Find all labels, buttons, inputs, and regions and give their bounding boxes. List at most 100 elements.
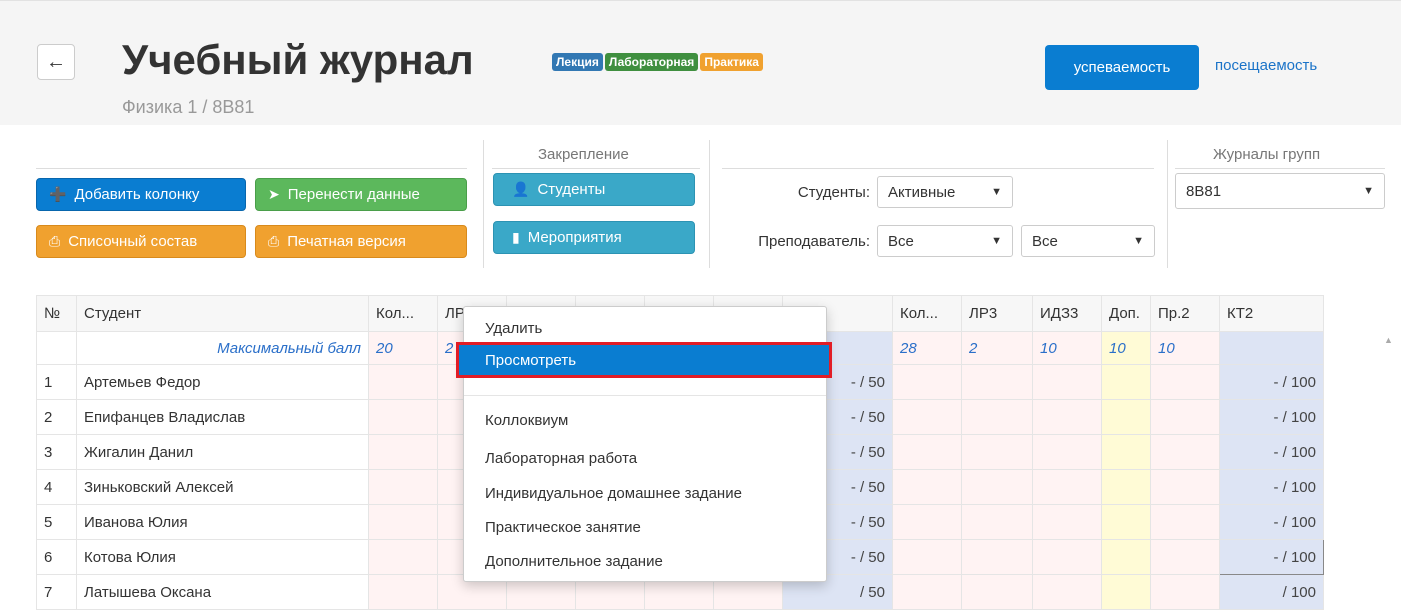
performance-tab-button[interactable]: успеваемость	[1045, 45, 1199, 90]
menu-item-homework[interactable]: Индивидуальное домашнее задание	[464, 478, 826, 508]
lesson-type-filter-select[interactable]: Все ▼	[1021, 225, 1155, 257]
group-journal-select[interactable]: 8В81 ▼	[1175, 173, 1385, 209]
pin-events-button[interactable]: ▮ Мероприятия	[493, 221, 695, 254]
kt2-score[interactable]: - / 100	[1219, 434, 1324, 470]
grade-cell[interactable]	[892, 399, 962, 435]
menu-item-view[interactable]: Просмотреть	[456, 342, 832, 378]
grade-cell[interactable]	[892, 469, 962, 505]
roster-button[interactable]: ⎙ Списочный состав	[36, 225, 246, 258]
grade-cell[interactable]	[1150, 469, 1220, 505]
kt2-score[interactable]: / 100	[1219, 574, 1324, 610]
menu-item-practical[interactable]: Практическое занятие	[464, 512, 826, 542]
grade-cell[interactable]	[1032, 469, 1102, 505]
scroll-up-icon[interactable]: ▲	[1384, 335, 1393, 345]
grade-cell[interactable]	[1101, 399, 1151, 435]
grade-cell[interactable]	[1032, 574, 1102, 610]
transfer-data-button[interactable]: ➤ Перенести данные	[255, 178, 467, 211]
grade-cell[interactable]	[961, 469, 1033, 505]
kt2-score[interactable]: - / 100	[1219, 469, 1324, 505]
grade-cell[interactable]	[1150, 399, 1220, 435]
grade-cell[interactable]	[961, 434, 1033, 470]
grade-cell[interactable]	[892, 434, 962, 470]
grade-cell[interactable]	[1150, 364, 1220, 400]
column-header[interactable]: ЛР3	[961, 295, 1033, 332]
page-title: Учебный журнал	[122, 36, 474, 83]
grade-cell[interactable]	[1101, 504, 1151, 540]
column-context-menu: Удалить Просмотреть Коллоквиум Лаборатор…	[456, 306, 832, 582]
grade-cell[interactable]	[1032, 434, 1102, 470]
teacher-filter-select[interactable]: Все ▼	[877, 225, 1013, 257]
row-number: 5	[36, 504, 77, 540]
grade-cell[interactable]	[1101, 434, 1151, 470]
grade-cell[interactable]	[1032, 364, 1102, 400]
grade-cell[interactable]	[1032, 504, 1102, 540]
grade-cell[interactable]	[1101, 539, 1151, 575]
grade-cell[interactable]	[1150, 539, 1220, 575]
grade-cell[interactable]	[368, 434, 438, 470]
grade-cell[interactable]	[961, 504, 1033, 540]
grade-cell[interactable]	[1150, 504, 1220, 540]
grade-cell[interactable]	[961, 399, 1033, 435]
grade-cell[interactable]	[892, 539, 962, 575]
cell[interactable]	[1219, 331, 1324, 365]
attendance-link[interactable]: посещаемость	[1215, 57, 1317, 74]
separator	[483, 140, 484, 268]
grade-cell[interactable]	[1101, 364, 1151, 400]
column-header-student[interactable]: Студент	[76, 295, 369, 332]
menu-item-lab-work[interactable]: Лабораторная работа	[464, 443, 826, 473]
column-header[interactable]: Кол...	[892, 295, 962, 332]
grade-cell[interactable]	[1150, 574, 1220, 610]
students-filter-select[interactable]: Активные ▼	[877, 176, 1013, 208]
grade-cell[interactable]	[368, 469, 438, 505]
grade-cell[interactable]	[961, 364, 1033, 400]
cell[interactable]: 20	[368, 331, 438, 365]
cell[interactable]: 10	[1150, 331, 1220, 365]
grade-cell[interactable]	[1101, 469, 1151, 505]
cell[interactable]: 2	[961, 331, 1033, 365]
grade-cell[interactable]	[1150, 434, 1220, 470]
group-divider	[36, 168, 467, 169]
kt2-score[interactable]: - / 100	[1219, 399, 1324, 435]
grade-cell[interactable]	[368, 574, 438, 610]
grade-cell[interactable]	[892, 504, 962, 540]
cell[interactable]: 10	[1101, 331, 1151, 365]
kt2-score[interactable]: - / 100	[1219, 504, 1324, 540]
column-header[interactable]: Пр.2	[1150, 295, 1220, 332]
group-divider	[722, 168, 1154, 169]
grade-cell[interactable]	[368, 399, 438, 435]
share-arrow-icon: ➤	[268, 186, 280, 202]
menu-item-delete[interactable]: Удалить	[464, 313, 826, 343]
menu-item-colloquium[interactable]: Коллоквиум	[464, 405, 826, 435]
cell[interactable]: 10	[1032, 331, 1102, 365]
grade-cell[interactable]	[368, 539, 438, 575]
student-name: Епифанцев Владислав	[76, 399, 369, 435]
kt2-score[interactable]: - / 100	[1219, 539, 1324, 575]
pin-group-label: Закрепление	[538, 146, 629, 163]
grade-cell[interactable]	[368, 364, 438, 400]
student-name: Жигалин Данил	[76, 434, 369, 470]
grade-cell[interactable]	[892, 364, 962, 400]
column-header[interactable]: Доп.	[1101, 295, 1151, 332]
grade-cell[interactable]	[961, 574, 1033, 610]
grade-cell[interactable]	[368, 504, 438, 540]
row-number: 7	[36, 574, 77, 610]
kt2-score[interactable]: - / 100	[1219, 364, 1324, 400]
page-subtitle: Физика 1 / 8В81	[122, 97, 255, 117]
menu-item-extra-task[interactable]: Дополнительное задание	[464, 546, 826, 576]
student-name: Зиньковский Алексей	[76, 469, 369, 505]
user-icon: 👤	[512, 181, 530, 197]
tag-lecture: Лекция	[552, 53, 603, 71]
grade-cell[interactable]	[1101, 574, 1151, 610]
cell[interactable]: 28	[892, 331, 962, 365]
grade-cell[interactable]	[892, 574, 962, 610]
grade-cell[interactable]	[1032, 399, 1102, 435]
column-header-kt2[interactable]: КТ2	[1219, 295, 1324, 332]
add-column-button[interactable]: ➕ Добавить колонку	[36, 178, 246, 211]
pin-students-button[interactable]: 👤 Студенты	[493, 173, 695, 206]
column-header[interactable]: ИДЗ3	[1032, 295, 1102, 332]
grade-cell[interactable]	[961, 539, 1033, 575]
column-header[interactable]: Кол...	[368, 295, 438, 332]
print-version-button[interactable]: ⎙ Печатная версия	[255, 225, 467, 258]
back-button[interactable]: ←	[37, 44, 75, 80]
grade-cell[interactable]	[1032, 539, 1102, 575]
